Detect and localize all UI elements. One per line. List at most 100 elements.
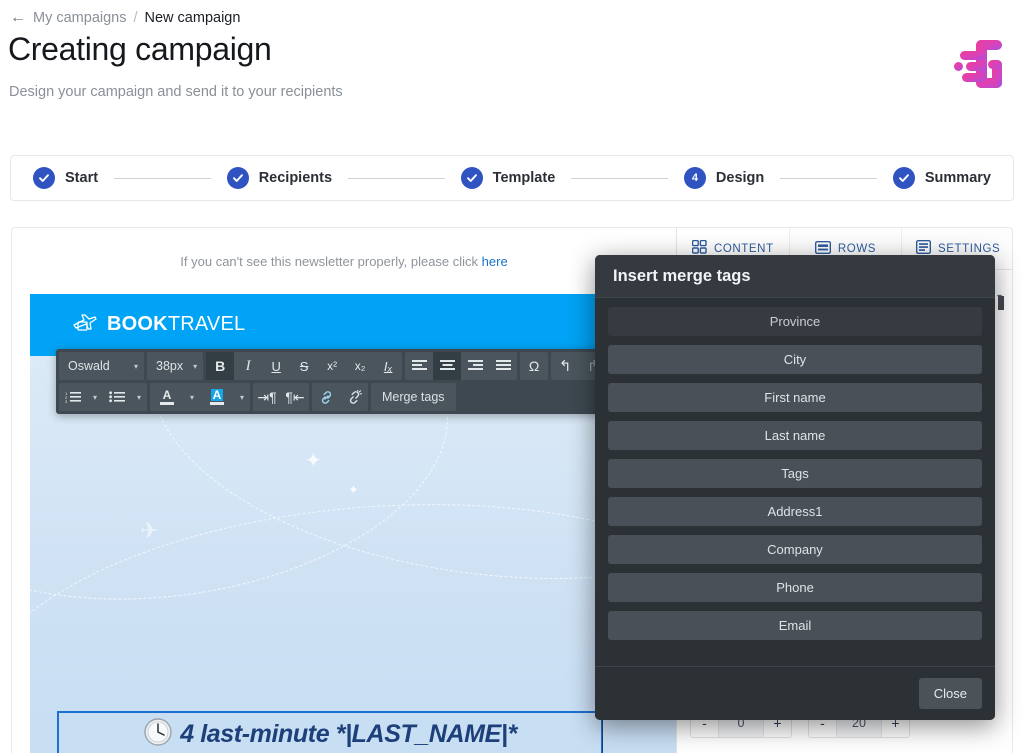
align-right-button[interactable] — [461, 352, 489, 380]
undo-button[interactable]: ↰ — [551, 352, 579, 380]
modal-title: Insert merge tags — [595, 255, 995, 298]
subscript-button[interactable]: x₂ — [346, 352, 374, 380]
step-badge-check-icon — [461, 167, 483, 189]
font-color-caret-icon[interactable]: ▾ — [184, 383, 200, 411]
merge-tag-list: Province City First name Last name Tags … — [595, 298, 995, 666]
chevron-down-icon: ▾ — [193, 362, 197, 371]
email-hero: ✦ ✦ ✦ ✈ — [30, 356, 676, 753]
align-left-button[interactable] — [405, 352, 433, 380]
clear-formatting-button[interactable]: Iₓ — [374, 352, 402, 380]
campaign-stepper: Start Recipients Template 4 Design Summa… — [10, 155, 1014, 201]
indent-button[interactable]: ⇥¶ — [253, 383, 281, 411]
ordered-list-caret-icon[interactable]: ▾ — [87, 383, 103, 411]
step-badge-check-icon — [893, 167, 915, 189]
booktravel-logo: BOOKTRAVEL — [72, 312, 245, 337]
colors-group: A ▾ A ▾ — [150, 383, 250, 411]
bold-button[interactable]: B — [206, 352, 234, 380]
unlink-icon[interactable] — [340, 383, 368, 411]
underline-button[interactable]: U — [262, 352, 290, 380]
preheader-link[interactable]: here — [482, 254, 508, 269]
page-header: ← My campaigns / New campaign Creating c… — [0, 0, 1024, 145]
text-caret — [602, 715, 603, 753]
special-char-group: Ω — [520, 352, 548, 380]
merge-tag-address1[interactable]: Address1 — [608, 497, 982, 526]
merge-tag-last-name[interactable]: Last name — [608, 421, 982, 450]
ordered-list-button[interactable]: 123 — [59, 383, 87, 411]
merge-tag-province[interactable]: Province — [608, 307, 982, 336]
close-button[interactable]: Close — [919, 678, 982, 709]
panel-resize-handle[interactable] — [998, 296, 1004, 310]
insert-merge-tags-modal: Insert merge tags Province City First na… — [595, 255, 995, 720]
plane-book-icon — [72, 312, 98, 337]
font-color-button[interactable]: A — [150, 383, 184, 411]
outdent-button[interactable]: ¶⇤ — [281, 383, 309, 411]
breadcrumb-current: New campaign — [145, 10, 241, 26]
step-summary[interactable]: Summary — [893, 167, 991, 189]
step-label: Start — [65, 170, 98, 186]
merge-tag-city[interactable]: City — [608, 345, 982, 374]
italic-button[interactable]: I — [234, 352, 262, 380]
link-group — [312, 383, 368, 411]
tab-label: SETTINGS — [938, 243, 1000, 255]
headline-text: 4 last-minute *|LAST_NAME|* — [180, 720, 517, 749]
highlight-color-caret-icon[interactable]: ▾ — [234, 383, 250, 411]
sparkle-icon: ✦ — [305, 448, 322, 473]
tab-label: ROWS — [838, 243, 876, 255]
unordered-list-caret-icon[interactable]: ▾ — [131, 383, 147, 411]
indent-group: ⇥¶ ¶⇤ — [253, 383, 309, 411]
page-title: Creating campaign — [8, 31, 272, 68]
font-family-value: Oswald — [68, 359, 124, 373]
merge-tag-email[interactable]: Email — [608, 611, 982, 640]
step-connector — [114, 178, 211, 179]
lists-group: 123 ▾ ▾ — [59, 383, 147, 411]
merge-tag-first-name[interactable]: First name — [608, 383, 982, 412]
preheader-label: If you can't see this newsletter properl… — [180, 254, 481, 269]
logo-word-book: BOOK — [107, 313, 168, 336]
breadcrumb-parent-link[interactable]: My campaigns — [33, 10, 126, 26]
step-design[interactable]: 4 Design — [684, 167, 764, 189]
align-center-button[interactable] — [433, 352, 461, 380]
step-label: Template — [493, 170, 556, 186]
preheader-text: If you can't see this newsletter properl… — [12, 254, 676, 269]
insert-link-icon[interactable] — [312, 383, 340, 411]
merge-tag-company[interactable]: Company — [608, 535, 982, 564]
step-label: Design — [716, 170, 764, 186]
merge-tag-phone[interactable]: Phone — [608, 573, 982, 602]
step-connector — [348, 178, 445, 179]
logo-word-travel: TRAVEL — [168, 313, 246, 336]
unordered-list-button[interactable] — [103, 383, 131, 411]
email-preview-pane[interactable]: If you can't see this newsletter properl… — [12, 228, 676, 753]
special-character-button[interactable]: Ω — [520, 352, 548, 380]
rich-text-toolbar[interactable]: Oswald▾ 38px▾ B I U S x² x₂ Iₓ — [56, 349, 601, 414]
font-size-value: 38px — [156, 359, 183, 373]
step-label: Recipients — [259, 170, 332, 186]
headline-selection-box[interactable]: 4 last-minute *|LAST_NAME|* — [57, 711, 603, 753]
font-color-letter: A — [163, 389, 172, 401]
step-start[interactable]: Start — [33, 167, 98, 189]
brand-logo-g — [946, 36, 1014, 92]
superscript-button[interactable]: x² — [318, 352, 346, 380]
toolbar-row-1: Oswald ▾ 38px ▾ B I U S x² x₂ Iₓ — [59, 352, 598, 380]
strikethrough-button[interactable]: S — [290, 352, 318, 380]
font-size-select[interactable]: 38px ▾ — [147, 352, 203, 380]
email-brand-bar: BOOKTRAVEL — [30, 294, 676, 356]
page-subtitle: Design your campaign and send it to your… — [9, 84, 343, 100]
step-badge-check-icon — [33, 167, 55, 189]
sparkle-icon: ✦ — [348, 482, 359, 498]
tab-label: CONTENT — [714, 243, 774, 255]
breadcrumb: ← My campaigns / New campaign — [10, 10, 240, 26]
highlight-color-button[interactable]: A — [200, 383, 234, 411]
font-family-select[interactable]: Oswald ▾ — [59, 352, 144, 380]
svg-text:3: 3 — [65, 399, 68, 403]
merge-tag-tags[interactable]: Tags — [608, 459, 982, 488]
merge-tags-button[interactable]: Merge tags — [371, 383, 456, 411]
clock-icon — [143, 717, 173, 752]
chevron-down-icon: ▾ — [134, 362, 138, 371]
toolbar-row-2: 123 ▾ ▾ A ▾ A ▾ ⇥¶ ¶⇤ — [59, 383, 598, 411]
step-template[interactable]: Template — [461, 167, 556, 189]
step-label: Summary — [925, 170, 991, 186]
step-badge-number: 4 — [684, 167, 706, 189]
arrow-left-icon[interactable]: ← — [10, 10, 26, 26]
align-justify-button[interactable] — [489, 352, 517, 380]
step-recipients[interactable]: Recipients — [227, 167, 332, 189]
